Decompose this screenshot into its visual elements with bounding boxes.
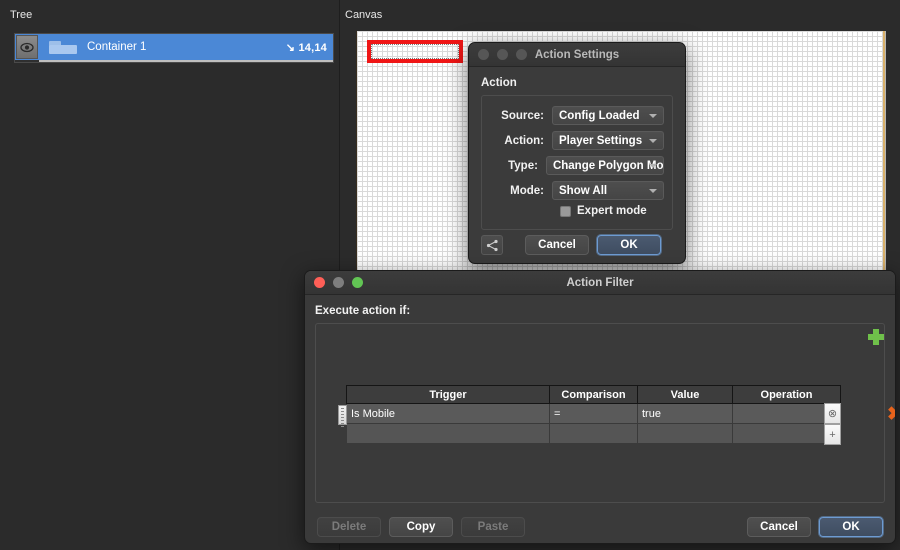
- tree-item-container-1[interactable]: Container 1 ↘ 14,14: [15, 34, 333, 60]
- chevron-down-icon: [649, 163, 657, 168]
- action-settings-cancel-button[interactable]: Cancel: [525, 235, 589, 255]
- action-fields-group: Source: Config Loaded Action: Player Set…: [481, 95, 673, 230]
- close-button[interactable]: [478, 49, 489, 60]
- field-row-type: Type: Change Polygon Mode: [490, 155, 664, 176]
- action-filter-titlebar[interactable]: Action Filter: [305, 271, 895, 295]
- column-header-operation[interactable]: Operation: [732, 385, 841, 404]
- column-header-comparison[interactable]: Comparison: [549, 385, 638, 404]
- tree-item-coords: ↘ 14,14: [285, 41, 327, 54]
- table-row[interactable]: Is Mobile = true: [346, 403, 841, 424]
- tree-list: Container 1 ↘ 14,14: [14, 33, 334, 63]
- column-header-trigger[interactable]: Trigger: [346, 385, 550, 404]
- action-dropdown[interactable]: Player Settings: [552, 131, 664, 150]
- action-filter-dialog: Action Filter Execute action if: Trigger…: [304, 270, 896, 544]
- action-section-heading: Action: [481, 77, 517, 89]
- window-controls[interactable]: [314, 277, 363, 288]
- table-header-row: Trigger Comparison Value Operation: [346, 385, 841, 404]
- field-row-action: Action: Player Settings: [490, 130, 664, 151]
- tree-panel: Tree Container 1 ↘ 14,14: [0, 0, 340, 550]
- maximize-button[interactable]: [352, 277, 363, 288]
- action-filter-footer: Delete Copy Paste Cancel OK: [305, 517, 895, 537]
- expert-mode-checkbox[interactable]: [560, 205, 571, 217]
- cell-comparison[interactable]: =: [549, 403, 638, 424]
- field-row-mode: Mode: Show All: [490, 180, 664, 201]
- mode-dropdown-value: Show All: [559, 184, 608, 197]
- row-action-buttons: ⊗ +: [824, 403, 841, 445]
- mode-dropdown[interactable]: Show All: [552, 181, 664, 200]
- copy-button[interactable]: Copy: [389, 517, 453, 537]
- table-row[interactable]: [346, 423, 841, 444]
- filter-table: Trigger Comparison Value Operation Is Mo…: [346, 385, 841, 444]
- cell-trigger[interactable]: Is Mobile: [346, 403, 550, 424]
- cell-trigger[interactable]: [346, 423, 550, 444]
- type-dropdown-value: Change Polygon Mode: [552, 159, 664, 172]
- expert-mode-label: Expert mode: [577, 205, 647, 217]
- filter-table-wrapper: Trigger Comparison Value Operation Is Mo…: [338, 385, 895, 445]
- type-label: Type:: [508, 159, 538, 172]
- chevron-down-icon: [649, 138, 657, 143]
- execute-action-if-label: Execute action if:: [315, 305, 411, 317]
- chevron-down-icon: [649, 188, 657, 193]
- cell-value[interactable]: true: [637, 403, 733, 424]
- source-label: Source:: [501, 109, 544, 122]
- canvas-panel-title: Canvas: [345, 9, 383, 21]
- expert-mode-row[interactable]: Expert mode: [560, 205, 664, 217]
- action-filter-title: Action Filter: [566, 276, 634, 289]
- mode-label: Mode:: [510, 184, 544, 197]
- tree-item-label: Container 1: [87, 41, 147, 53]
- field-row-source: Source: Config Loaded: [490, 105, 664, 126]
- row-drag-handle[interactable]: [338, 405, 347, 427]
- type-dropdown[interactable]: Change Polygon Mode: [545, 156, 664, 175]
- cell-comparison[interactable]: [549, 423, 638, 444]
- source-dropdown-value: Config Loaded: [559, 109, 640, 122]
- tree-panel-title: Tree: [10, 9, 33, 21]
- remove-row-icon[interactable]: ⊗: [824, 403, 841, 424]
- x-icon[interactable]: ✖: [886, 405, 895, 424]
- action-label: Action:: [504, 134, 544, 147]
- action-settings-footer: Cancel OK: [469, 235, 685, 255]
- action-settings-body: Action Source: Config Loaded Action: Pla…: [469, 67, 685, 230]
- canvas-selection-rectangle[interactable]: [367, 40, 463, 63]
- action-filter-cancel-button[interactable]: Cancel: [747, 517, 811, 537]
- plus-icon[interactable]: [867, 328, 885, 346]
- action-filter-ok-button[interactable]: OK: [819, 517, 883, 537]
- column-header-value[interactable]: Value: [637, 385, 733, 404]
- close-button[interactable]: [314, 277, 325, 288]
- minimize-button[interactable]: [497, 49, 508, 60]
- action-dropdown-value: Player Settings: [559, 134, 643, 147]
- delete-button[interactable]: Delete: [317, 517, 381, 537]
- action-settings-ok-button[interactable]: OK: [597, 235, 661, 255]
- action-settings-titlebar[interactable]: Action Settings: [469, 43, 685, 67]
- paste-button[interactable]: Paste: [461, 517, 525, 537]
- action-filter-body: Execute action if: Trigger Comparison Va…: [305, 295, 895, 543]
- cell-value[interactable]: [637, 423, 733, 444]
- maximize-button[interactable]: [516, 49, 527, 60]
- minimize-button[interactable]: [333, 277, 344, 288]
- action-settings-dialog: Action Settings Action Source: Config Lo…: [468, 42, 686, 264]
- eye-icon[interactable]: [16, 35, 38, 59]
- add-row-icon[interactable]: +: [824, 424, 841, 445]
- chevron-down-icon: [649, 113, 657, 118]
- tree-row-underline: [39, 60, 333, 62]
- share-node-icon[interactable]: [481, 235, 503, 255]
- container-icon: [49, 40, 77, 54]
- window-controls[interactable]: [478, 49, 527, 60]
- source-dropdown[interactable]: Config Loaded: [552, 106, 664, 125]
